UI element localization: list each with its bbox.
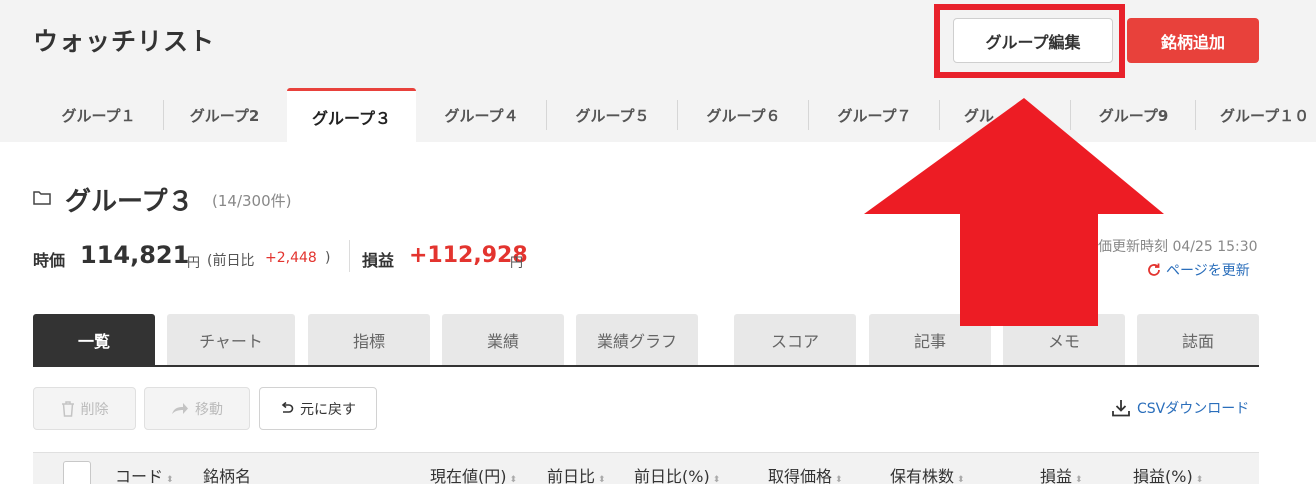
arrow-right-icon xyxy=(172,402,188,414)
tab-group-9[interactable]: グループ9 xyxy=(1071,88,1196,142)
csv-label: CSVダウンロード xyxy=(1137,401,1250,417)
tab-label: グループ７ xyxy=(837,106,912,125)
market-value-label: 時価 xyxy=(33,251,66,270)
tab-label: グループ１ xyxy=(61,106,136,125)
view-tab-results-graph[interactable]: 業績グラフ xyxy=(576,314,698,365)
tab-label: グループ2 xyxy=(189,106,260,125)
table-header: コード ⬍ 銘柄名 現在値(円) ⬍ 前日比 ⬍ 前日比(%) ⬍ 取得価格 ⬍ 保有株数… xyxy=(33,452,1259,484)
group-heading: グループ３ xyxy=(65,187,194,217)
sort-icon: ⬍ xyxy=(1075,475,1083,484)
prev-close: ) xyxy=(325,250,331,266)
undo-icon xyxy=(281,401,294,413)
tab-label: グループ１０ xyxy=(1220,106,1310,125)
tab-label: グループ9 xyxy=(1098,106,1169,125)
th-shares[interactable]: 保有株数 ⬍ xyxy=(890,463,965,484)
group-count: (14/300件) xyxy=(212,192,292,210)
csv-download-link[interactable]: CSVダウンロード xyxy=(1111,398,1249,418)
view-tab-magazine[interactable]: 誌面 xyxy=(1137,314,1259,365)
view-tab-list[interactable]: 一覧 xyxy=(33,314,155,365)
sort-icon: ⬍ xyxy=(712,475,721,484)
tab-group-3[interactable]: グループ３ xyxy=(287,88,416,142)
move-button[interactable]: 移動 xyxy=(144,387,250,430)
pl-unit: 円 xyxy=(510,256,524,271)
view-tab-score[interactable]: スコア xyxy=(734,314,856,365)
move-label: 移動 xyxy=(195,401,223,418)
view-tabs: 一覧 チャート 指標 業績 業績グラフ スコア 記事 メモ 誌面 xyxy=(33,314,1259,367)
group-edit-button[interactable]: グループ編集 xyxy=(953,18,1113,63)
sort-icon: ⬍ xyxy=(957,475,965,484)
refresh-label: ページを更新 xyxy=(1166,263,1250,279)
tab-label: グループ５ xyxy=(575,106,650,125)
th-change[interactable]: 前日比 ⬍ xyxy=(547,463,606,484)
th-cost[interactable]: 取得価格 ⬍ xyxy=(768,463,843,484)
view-tab-results[interactable]: 業績 xyxy=(442,314,564,365)
add-stock-button[interactable]: 銘柄追加 xyxy=(1127,18,1259,63)
watchlist-page: ウォッチリスト グループ編集 銘柄追加 グループ１ グループ2 グループ３ グル… xyxy=(0,0,1316,484)
summary-divider xyxy=(349,240,350,272)
undo-button[interactable]: 元に戻す xyxy=(259,387,377,430)
market-unit: 円 xyxy=(187,256,201,271)
group-tabs: グループ１ グループ2 グループ３ グループ４ グループ５ グループ６ グループ… xyxy=(0,88,1316,142)
folder-icon xyxy=(33,191,51,205)
tab-label: グル xyxy=(964,106,995,125)
sort-icon: ⬍ xyxy=(509,475,518,484)
trash-icon xyxy=(61,400,74,417)
select-all-checkbox[interactable] xyxy=(63,461,91,484)
view-tab-chart[interactable]: チャート xyxy=(167,314,295,365)
tab-group-7[interactable]: グループ７ xyxy=(809,88,940,142)
view-tab-memo[interactable]: メモ xyxy=(1003,314,1125,365)
tab-group-2[interactable]: グループ2 xyxy=(164,88,285,142)
tab-group-10[interactable]: グループ１０ xyxy=(1196,88,1316,142)
refresh-icon xyxy=(1148,263,1160,276)
tab-label: グループ６ xyxy=(706,106,781,125)
th-price[interactable]: 現在値(円) ⬍ xyxy=(430,463,517,484)
sort-icon: ⬍ xyxy=(598,475,606,484)
th-code[interactable]: コード ⬍ xyxy=(115,463,174,484)
sort-icon: ⬍ xyxy=(166,475,174,484)
page-title: ウォッチリスト xyxy=(33,27,216,56)
price-update-time: 価更新時刻 04/25 15:30 xyxy=(1098,239,1258,255)
refresh-link[interactable]: ページを更新 xyxy=(1146,260,1250,280)
market-value: 114,821 xyxy=(80,241,190,269)
download-icon xyxy=(1112,400,1130,417)
tab-group-1[interactable]: グループ１ xyxy=(33,88,164,142)
th-change-pct[interactable]: 前日比(%) ⬍ xyxy=(634,463,720,484)
sort-icon: ⬍ xyxy=(1195,475,1204,484)
tab-group-4[interactable]: グループ４ xyxy=(416,88,547,142)
view-tab-articles[interactable]: 記事 xyxy=(869,314,991,365)
sort-icon: ⬍ xyxy=(835,475,843,484)
undo-label: 元に戻す xyxy=(300,401,356,418)
tab-group-8[interactable]: グル xyxy=(940,88,1071,142)
header: ウォッチリスト グループ編集 銘柄追加 グループ１ グループ2 グループ３ グル… xyxy=(0,0,1316,142)
prev-label: (前日比 xyxy=(207,253,255,269)
th-name[interactable]: 銘柄名 xyxy=(203,463,251,484)
tab-group-5[interactable]: グループ５ xyxy=(547,88,678,142)
delete-label: 削除 xyxy=(80,401,109,418)
tab-label: グループ４ xyxy=(444,106,519,125)
th-pl-pct[interactable]: 損益(%) ⬍ xyxy=(1133,463,1203,484)
pl-label: 損益 xyxy=(362,251,395,270)
tab-group-6[interactable]: グループ６ xyxy=(678,88,809,142)
view-tab-indicators[interactable]: 指標 xyxy=(308,314,430,365)
tab-label: グループ３ xyxy=(311,108,392,128)
th-pl[interactable]: 損益 ⬍ xyxy=(1040,463,1083,484)
delete-button[interactable]: 削除 xyxy=(33,387,136,430)
prev-value: +2,448 xyxy=(265,250,317,266)
